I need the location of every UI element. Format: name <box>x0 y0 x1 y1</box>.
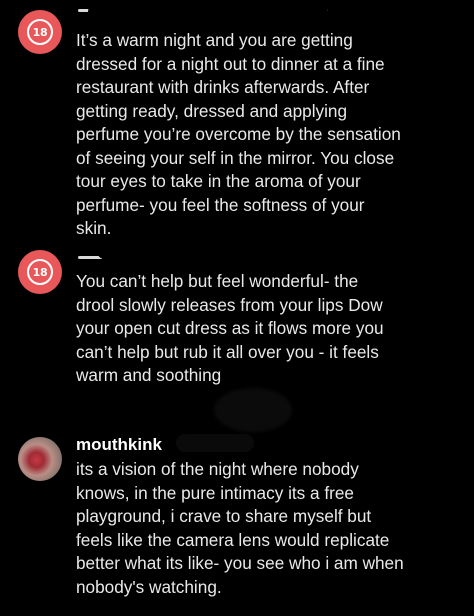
comment-text: its a vision of the night where nobody k… <box>76 459 404 597</box>
comment-3: mouthkink its a vision of the night wher… <box>0 0 474 616</box>
avatar[interactable] <box>18 437 62 481</box>
username[interactable]: mouthkink <box>76 435 162 455</box>
redaction-mark-3 <box>176 434 254 452</box>
